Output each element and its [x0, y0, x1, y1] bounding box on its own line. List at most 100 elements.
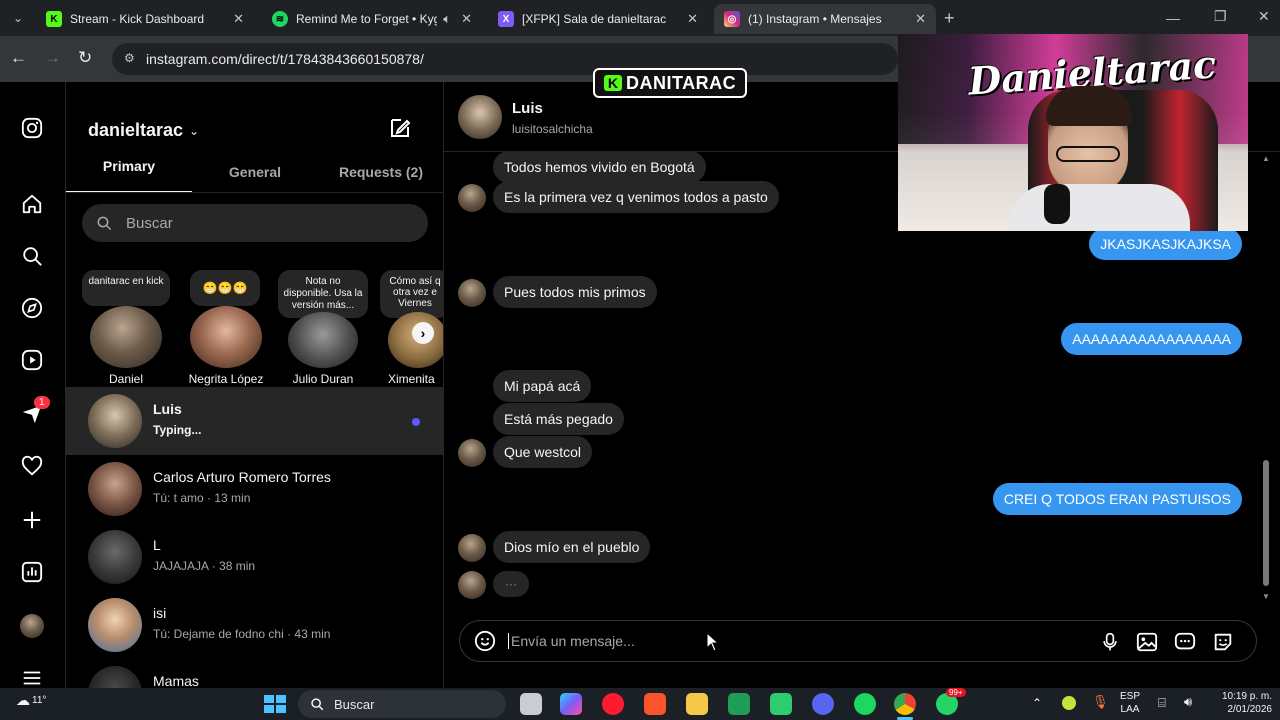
message-outgoing[interactable]: JKASJKASJKAJKSA	[1089, 228, 1242, 260]
copilot-icon[interactable]	[560, 693, 582, 715]
message-outgoing[interactable]: CREI Q TODOS ERAN PASTUISOS	[992, 483, 1242, 515]
kick-logo-icon: K	[603, 75, 622, 91]
thread-row[interactable]: L JAJAJAJA · 38 min	[66, 523, 443, 591]
message-incoming[interactable]: Dios mío en el pueblo	[493, 531, 651, 563]
message-incoming[interactable]: Pues todos mis primos	[493, 276, 657, 308]
forward-arrow-icon[interactable]: →	[44, 48, 61, 68]
instagram-logo-icon[interactable]	[20, 116, 44, 140]
browser-tab-spotify[interactable]: ≋ Remind Me to Forget • Kyg 🔈︎ ✕	[262, 4, 482, 34]
tab-general[interactable]: General	[192, 164, 318, 180]
close-tab-icon[interactable]: ✕	[687, 11, 698, 27]
browser-tab-kick[interactable]: K Stream - Kick Dashboard ✕	[36, 4, 254, 34]
thread-row[interactable]: Carlos Arturo Romero Torres Tú: t amo · …	[66, 455, 443, 523]
microphone-icon[interactable]	[1100, 631, 1120, 658]
tab-search-icon[interactable]: ⌄	[8, 8, 28, 28]
notifications-heart-icon[interactable]	[20, 454, 44, 478]
new-message-icon[interactable]	[388, 116, 412, 145]
emoji-icon[interactable]	[474, 630, 496, 657]
tray-app-icon[interactable]	[1062, 696, 1076, 710]
minimize-icon[interactable]: —	[1166, 10, 1180, 26]
task-view-icon[interactable]	[520, 693, 542, 715]
note-bubble: Cómo así q otra vez e Viernes	[380, 270, 443, 318]
message-incoming[interactable]: Está más pegado	[493, 403, 624, 435]
discord-icon[interactable]	[812, 693, 834, 715]
explore-icon[interactable]	[20, 296, 44, 320]
home-icon[interactable]	[20, 192, 44, 216]
folder-icon[interactable]	[686, 693, 708, 715]
network-icon[interactable]: ⌸	[1158, 695, 1166, 711]
streamer-glasses	[1056, 146, 1120, 162]
notes-next-arrow-icon[interactable]: ›	[412, 322, 434, 344]
sticker-icon[interactable]	[1212, 631, 1234, 658]
new-tab-button[interactable]: +	[944, 8, 955, 29]
image-icon[interactable]	[1136, 631, 1158, 658]
messages-icon[interactable]: 1	[20, 396, 50, 426]
url-text: instagram.com/direct/t/17843843660150878…	[146, 51, 424, 67]
message-outgoing[interactable]: AAAAAAAAAAAAAAAAA	[1061, 323, 1242, 355]
avatar	[88, 530, 142, 584]
app-arrow-icon[interactable]	[728, 693, 750, 715]
weather-widget[interactable]: ☁ 11°	[16, 692, 46, 709]
mouse-cursor-icon	[706, 631, 720, 657]
inbox-panel: danieltarac ⌄ Primary General Requests (…	[66, 82, 444, 688]
note-item[interactable]: 😁😁😁 Negrita López	[178, 270, 272, 390]
tab-requests[interactable]: Requests (2)	[318, 164, 443, 180]
tab-primary[interactable]: Primary	[66, 158, 192, 192]
note-name: Ximenita	[388, 372, 435, 386]
message-composer[interactable]: Envía un mensaje...	[459, 620, 1257, 662]
back-arrow-icon[interactable]: ←	[10, 48, 27, 68]
opera-icon[interactable]	[602, 693, 624, 715]
note-item[interactable]: Nota no disponible. Usa la versión más..…	[276, 270, 370, 390]
scrollbar-up-arrow-icon[interactable]: ▲	[1262, 154, 1270, 163]
kick-icon: K	[46, 11, 62, 27]
message-incoming[interactable]: Mi papá acá	[493, 370, 592, 402]
thread-row[interactable]: Mamas	[66, 659, 443, 688]
restore-icon[interactable]: ❐	[1214, 8, 1227, 25]
create-plus-icon[interactable]	[20, 508, 44, 532]
message-incoming[interactable]: Todos hemos vivido en Bogotá	[493, 151, 706, 183]
thread-name: L	[153, 537, 161, 553]
thread-row[interactable]: isi Tú: Dejame de fodno chi · 43 min	[66, 591, 443, 659]
search-input[interactable]: Buscar	[82, 204, 428, 242]
message-incoming[interactable]: Que westcol	[493, 436, 593, 468]
scrollbar-down-arrow-icon[interactable]: ▼	[1262, 592, 1270, 601]
android-app-icon[interactable]	[770, 693, 792, 715]
close-window-icon[interactable]: ✕	[1258, 8, 1270, 25]
clock[interactable]: 10:19 p. m. 2/01/2026	[1212, 690, 1272, 716]
dashboard-icon[interactable]	[20, 560, 44, 584]
language-indicator[interactable]: ESP LAA	[1120, 690, 1140, 716]
gif-message-icon[interactable]	[1174, 631, 1196, 658]
taskbar-search[interactable]: Buscar	[298, 690, 506, 718]
sender-avatar	[458, 439, 486, 467]
message-incoming[interactable]: Es la primera vez q venimos todos a past…	[493, 181, 779, 213]
windows-taskbar: ☁ 11° Buscar 99+ ⌃ 🎙︎ ESP LAA ⌸ 🔊︎ 10:19…	[0, 688, 1280, 720]
start-button-icon[interactable]	[264, 695, 286, 713]
avatar	[88, 462, 142, 516]
message-input[interactable]: Envía un mensaje...	[508, 633, 635, 649]
thread-row-active[interactable]: Luis Typing...	[66, 387, 443, 455]
chrome-icon[interactable]	[894, 693, 916, 715]
menu-icon[interactable]	[20, 666, 44, 690]
account-switcher[interactable]: danieltarac ⌄	[88, 120, 199, 141]
reels-icon[interactable]	[20, 348, 44, 372]
close-tab-icon[interactable]: ✕	[915, 11, 926, 27]
scrollbar-thumb[interactable]	[1263, 460, 1269, 586]
brave-icon[interactable]	[644, 693, 666, 715]
spotify-icon[interactable]	[854, 693, 876, 715]
note-item[interactable]: danitarac en kick Daniel	[80, 270, 172, 390]
site-info-icon[interactable]: ⚙	[124, 51, 135, 65]
tray-mic-icon[interactable]: 🎙︎	[1092, 694, 1109, 710]
reload-icon[interactable]: ↻	[78, 48, 92, 68]
close-tab-icon[interactable]: ✕	[461, 11, 472, 27]
profile-avatar[interactable]	[20, 614, 44, 638]
close-tab-icon[interactable]: ✕	[233, 11, 244, 27]
search-icon	[97, 216, 112, 231]
browser-tab-instagram[interactable]: ◎ (1) Instagram • Mensajes ✕	[714, 4, 936, 34]
scrollbar[interactable]: ▲ ▼	[1262, 154, 1270, 602]
volume-icon[interactable]: 🔊︎	[1184, 694, 1192, 710]
browser-tab-xfpk[interactable]: X [XFPK] Sala de danieltarac ✕	[488, 4, 708, 34]
search-icon[interactable]	[20, 244, 44, 268]
address-bar[interactable]: ⚙ instagram.com/direct/t/178438436601508…	[112, 43, 898, 75]
tray-overflow-icon[interactable]: ⌃	[1032, 696, 1042, 710]
contact-avatar[interactable]	[458, 95, 502, 139]
